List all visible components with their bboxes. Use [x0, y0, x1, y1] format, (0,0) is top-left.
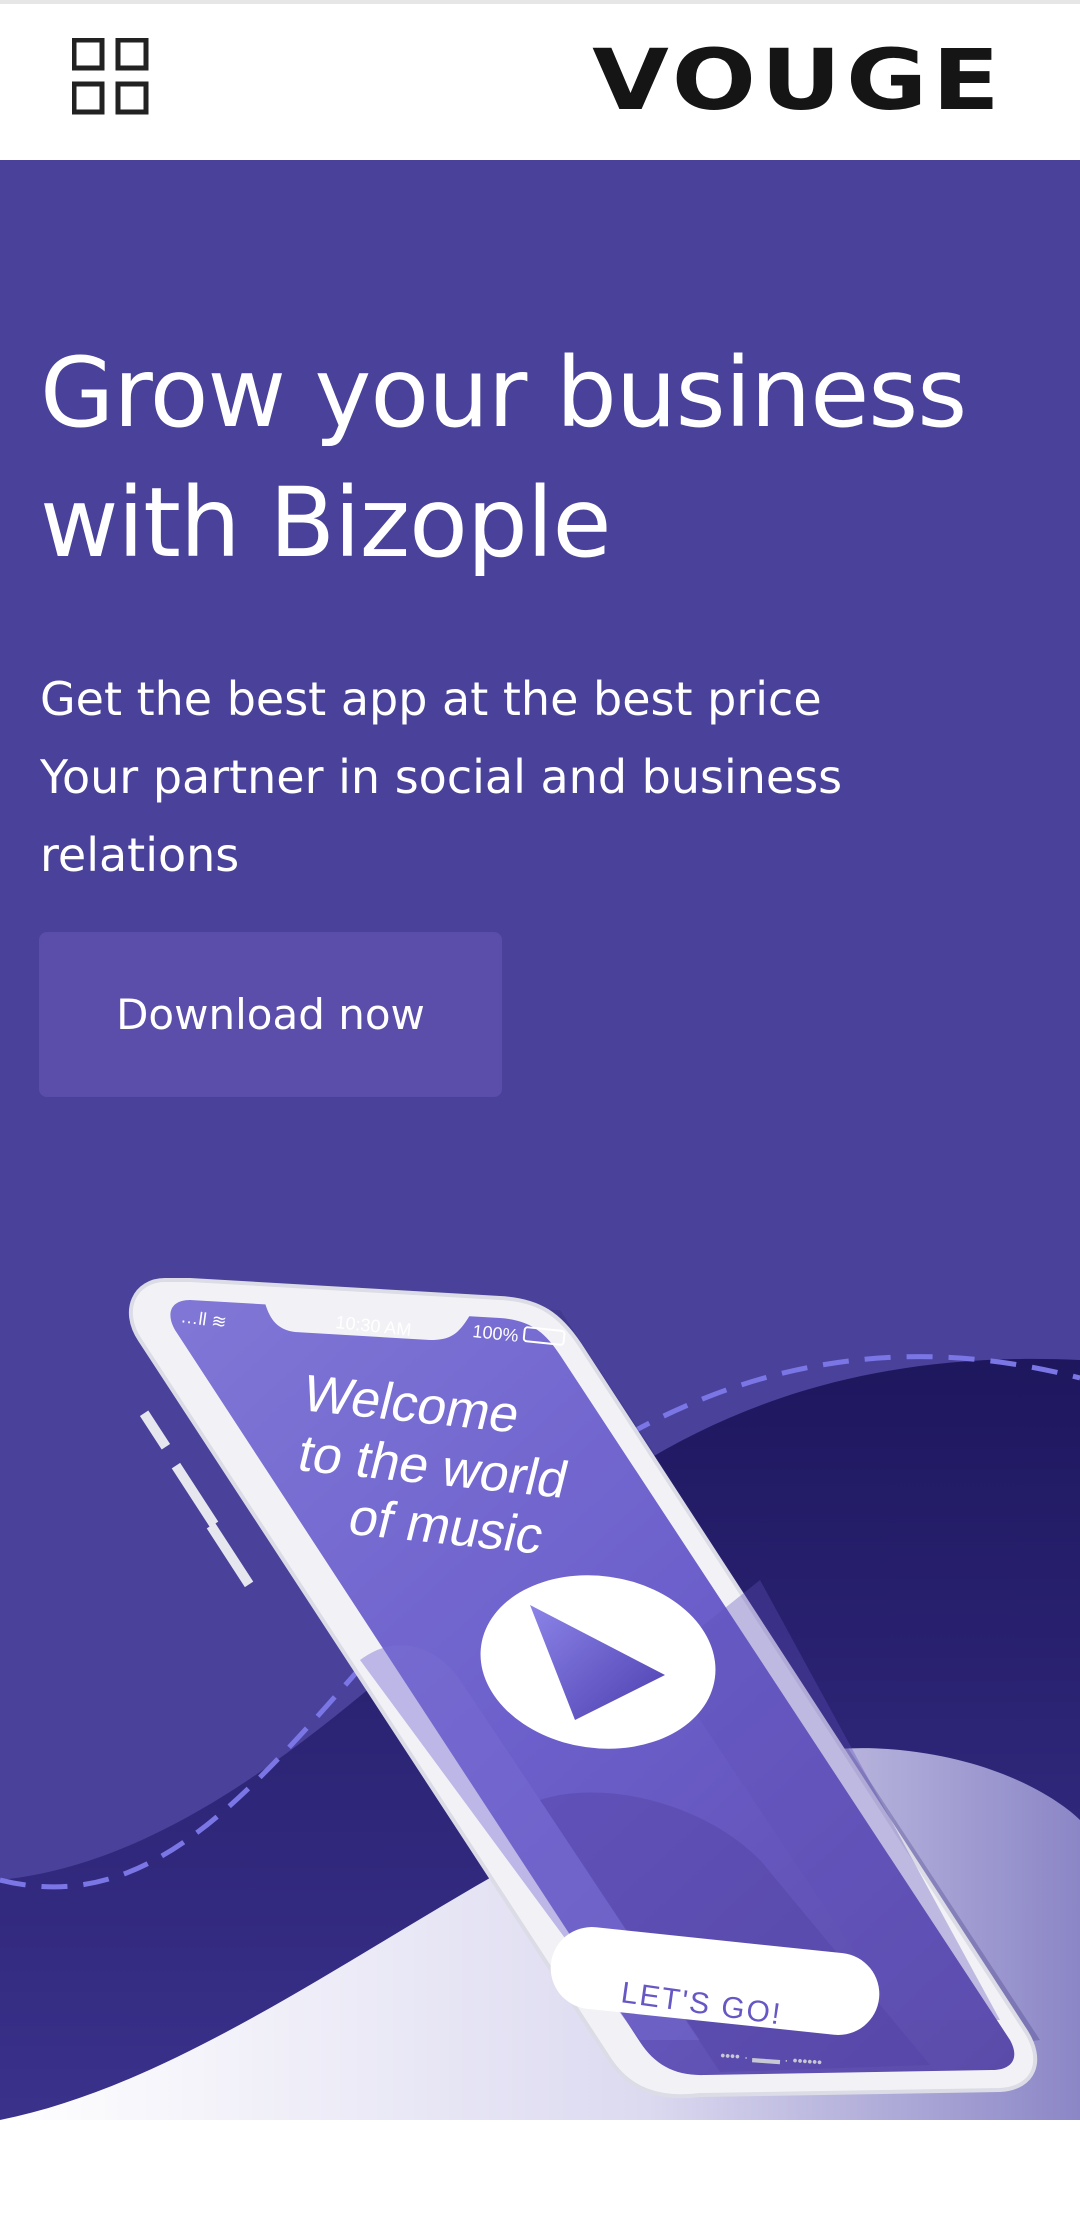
top-navigation-bar: VOUGE [0, 0, 1080, 160]
hero-title-line-2: with Bizople [40, 467, 612, 579]
hero-subtitle-line-1: Get the best app at the best price [40, 672, 822, 726]
grid-menu-icon[interactable] [72, 38, 150, 116]
brand-logo[interactable]: VOUGE [592, 36, 1004, 124]
hero-section: …ll ≋ 10:30 AM 100% Welcome to the world… [0, 160, 1080, 2225]
hero-title-line-1: Grow your business [40, 337, 967, 449]
hero-subtitle-line-3: relations [40, 828, 240, 882]
hero-subtitle-line-2: Your partner in social and business [40, 750, 843, 804]
hero-subtitle: Get the best app at the best price Your … [40, 660, 1020, 894]
download-now-button[interactable]: Download now [39, 932, 502, 1097]
hero-title: Grow your business with Bizople [40, 328, 1060, 588]
